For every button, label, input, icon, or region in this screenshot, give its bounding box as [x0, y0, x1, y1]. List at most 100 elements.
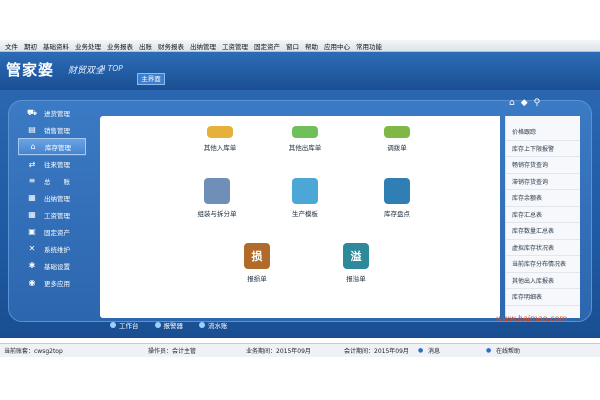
report-link[interactable]: 库存数量汇总表: [506, 223, 580, 240]
sidebar-item[interactable]: ≡ 总 账: [18, 172, 86, 189]
report-link[interactable]: 库存明细表: [506, 289, 580, 306]
sidebar-item-label: 工资管理: [44, 211, 70, 220]
sidebar-item[interactable]: ◉ 更多应用: [18, 274, 86, 291]
menu-item[interactable]: 常用功能: [353, 41, 385, 51]
sidebar-item[interactable]: ⛟ 进货管理: [18, 104, 86, 121]
home-icon[interactable]: ⌂: [509, 98, 515, 108]
report-link[interactable]: 滞销存货查询: [506, 174, 580, 190]
sidebar-item[interactable]: ✱ 基础设置: [18, 257, 86, 274]
tab-main[interactable]: 主界面: [137, 73, 165, 85]
bottom-tab-label: 工作台: [119, 322, 139, 330]
sidebar-item-label: 基础设置: [44, 262, 70, 271]
ledger-icon: ≡: [28, 176, 36, 185]
grid-icon: ▦: [28, 210, 36, 219]
sidebar-item[interactable]: ▣ 固定资产: [18, 223, 86, 240]
menu-item[interactable]: 工资管理: [219, 41, 251, 51]
sidebar: ⛟ 进货管理 ▤ 销售管理 ⌂ 库存管理 ⇄ 往来管理 ≡ 总 账 ▦ 出纳管理 ▦ 工资管理 ▣ 固定资产 ✕…: [18, 104, 86, 291]
bottom-tabs: 工作台 报警器 流水账: [110, 320, 228, 330]
menu-item[interactable]: 业务报表: [104, 41, 136, 51]
watermark: www.baimao.com: [496, 314, 568, 323]
tab-bullet-icon: [199, 322, 205, 328]
tag-icon[interactable]: ◆: [521, 98, 528, 108]
gear-icon: ✱: [28, 261, 36, 270]
report-link[interactable]: 库存余额表: [506, 190, 580, 207]
report-link[interactable]: 其他出入库报表: [506, 273, 580, 289]
report-list: 价格跟踪 库存上下限报警 畅销存货查询 滞销存货查询 库存余额表 库存汇总表 库存数量汇总表…: [505, 116, 580, 318]
module-tile[interactable]: 溢报溢单: [321, 243, 391, 283]
app-version: II TOP: [101, 64, 123, 73]
sidebar-item[interactable]: ▦ 工资管理: [18, 206, 86, 223]
module-tile[interactable]: 调拨单: [362, 126, 432, 152]
menu-item[interactable]: 帮助: [302, 41, 321, 51]
sidebar-item[interactable]: ✕ 系统维护: [18, 240, 86, 257]
report-link[interactable]: 库存汇总表: [506, 207, 580, 223]
module-tile[interactable]: 其他出库单: [270, 126, 340, 152]
assembly-icon: [204, 178, 230, 204]
help-icon[interactable]: ●: [486, 347, 491, 354]
menu-item[interactable]: 出账: [136, 41, 155, 51]
app-subtitle: 财贸双全: [68, 66, 105, 76]
cart-icon: ⛟: [26, 107, 38, 117]
exchange-icon: ⇄: [28, 159, 36, 169]
module-tile[interactable]: 库存盘点: [362, 178, 432, 218]
status-message[interactable]: 消息: [428, 346, 440, 355]
overflow-icon: 溢: [343, 243, 369, 269]
outbound-icon: [292, 126, 318, 138]
report-link[interactable]: 畅销存货查询: [506, 157, 580, 174]
report-link[interactable]: 库存上下限报警: [506, 141, 580, 157]
search-icon[interactable]: ⚲: [534, 98, 541, 108]
report-link[interactable]: 当前库存分布情况表: [506, 256, 580, 273]
module-tile[interactable]: 损报损单: [222, 243, 292, 283]
menu-item[interactable]: 固定资产: [251, 41, 283, 51]
menu-item[interactable]: 业务处理: [72, 41, 104, 51]
app-header: 管家婆 财贸双全 II TOP 主界面: [0, 52, 600, 90]
module-tile-label: 组装与拆分单: [197, 210, 237, 218]
sidebar-item-label: 更多应用: [44, 279, 70, 288]
status-help[interactable]: 在线帮助: [496, 346, 520, 355]
menu-bar: 文件 期初 基础资料 业务处理 业务报表 出账 财务报表 出纳管理 工资管理 固定资产 窗口 帮助 应用…: [0, 40, 600, 52]
module-tile[interactable]: 生产模板: [270, 178, 340, 218]
sidebar-item[interactable]: ⇄ 往来管理: [18, 155, 86, 172]
content-panel: 其他入库单 其他出库单 调拨单 组装与拆分单 生产模板 库存盘点损报损单溢报溢单: [100, 116, 500, 318]
sidebar-item-label: 往来管理: [44, 161, 70, 169]
transfer-icon: [384, 126, 410, 138]
module-tile-label: 其他出库单: [288, 144, 322, 152]
menu-item[interactable]: 窗口: [283, 41, 302, 51]
status-account: 当前账套：cwsg2top: [4, 348, 63, 355]
stocktake-icon: [384, 178, 410, 204]
sidebar-item-label: 销售管理: [44, 126, 70, 135]
module-tile-label: 报溢单: [346, 275, 366, 283]
menu-item[interactable]: 出纳管理: [187, 41, 219, 51]
inbound-icon: [207, 126, 233, 138]
sidebar-item[interactable]: ⌂ 库存管理: [18, 138, 86, 155]
report-link[interactable]: 价格跟踪: [506, 124, 580, 141]
bottom-tab-label: 报警器: [163, 322, 184, 330]
menu-item[interactable]: 应用中心: [321, 41, 353, 51]
status-operator: 操作员：会计主管: [148, 348, 197, 355]
app-logo: 管家婆: [6, 61, 55, 79]
menu-item[interactable]: 财务报表: [155, 41, 187, 51]
menu-item[interactable]: 基础资料: [40, 41, 72, 51]
status-period: 业务期间：2015年09月: [246, 348, 311, 355]
module-tile[interactable]: 组装与拆分单: [182, 178, 252, 218]
sidebar-item[interactable]: ▦ 出纳管理: [18, 189, 86, 206]
warehouse-icon: ⌂: [30, 142, 36, 151]
sidebar-item-label: 固定资产: [44, 228, 70, 237]
message-icon[interactable]: ●: [418, 347, 423, 354]
bottom-tab[interactable]: 报警器: [154, 320, 184, 330]
report-link[interactable]: 虚拟库存状况表: [506, 240, 580, 256]
top-toolbar: ⌂ ◆ ⚲: [509, 98, 540, 108]
menu-item[interactable]: 文件: [2, 41, 21, 51]
production-icon: [292, 178, 318, 204]
menu-item[interactable]: 期初: [21, 41, 40, 51]
bottom-tab[interactable]: 流水账: [199, 320, 228, 330]
sidebar-item-label: 库存管理: [45, 143, 71, 152]
bottom-tab[interactable]: 工作台: [110, 320, 139, 330]
sidebar-item[interactable]: ▤ 销售管理: [18, 121, 86, 138]
module-tile-label: 其他入库单: [203, 144, 237, 152]
status-bar: 当前账套：cwsg2top 操作员：会计主管 业务期间：2015年09月 会计期…: [0, 343, 600, 357]
module-tile[interactable]: 其他入库单: [185, 126, 255, 152]
tools-icon: ✕: [28, 244, 36, 253]
sidebar-item-label: 出纳管理: [44, 194, 70, 203]
status-acc-period: 会计期间：2015年09月: [344, 348, 409, 355]
